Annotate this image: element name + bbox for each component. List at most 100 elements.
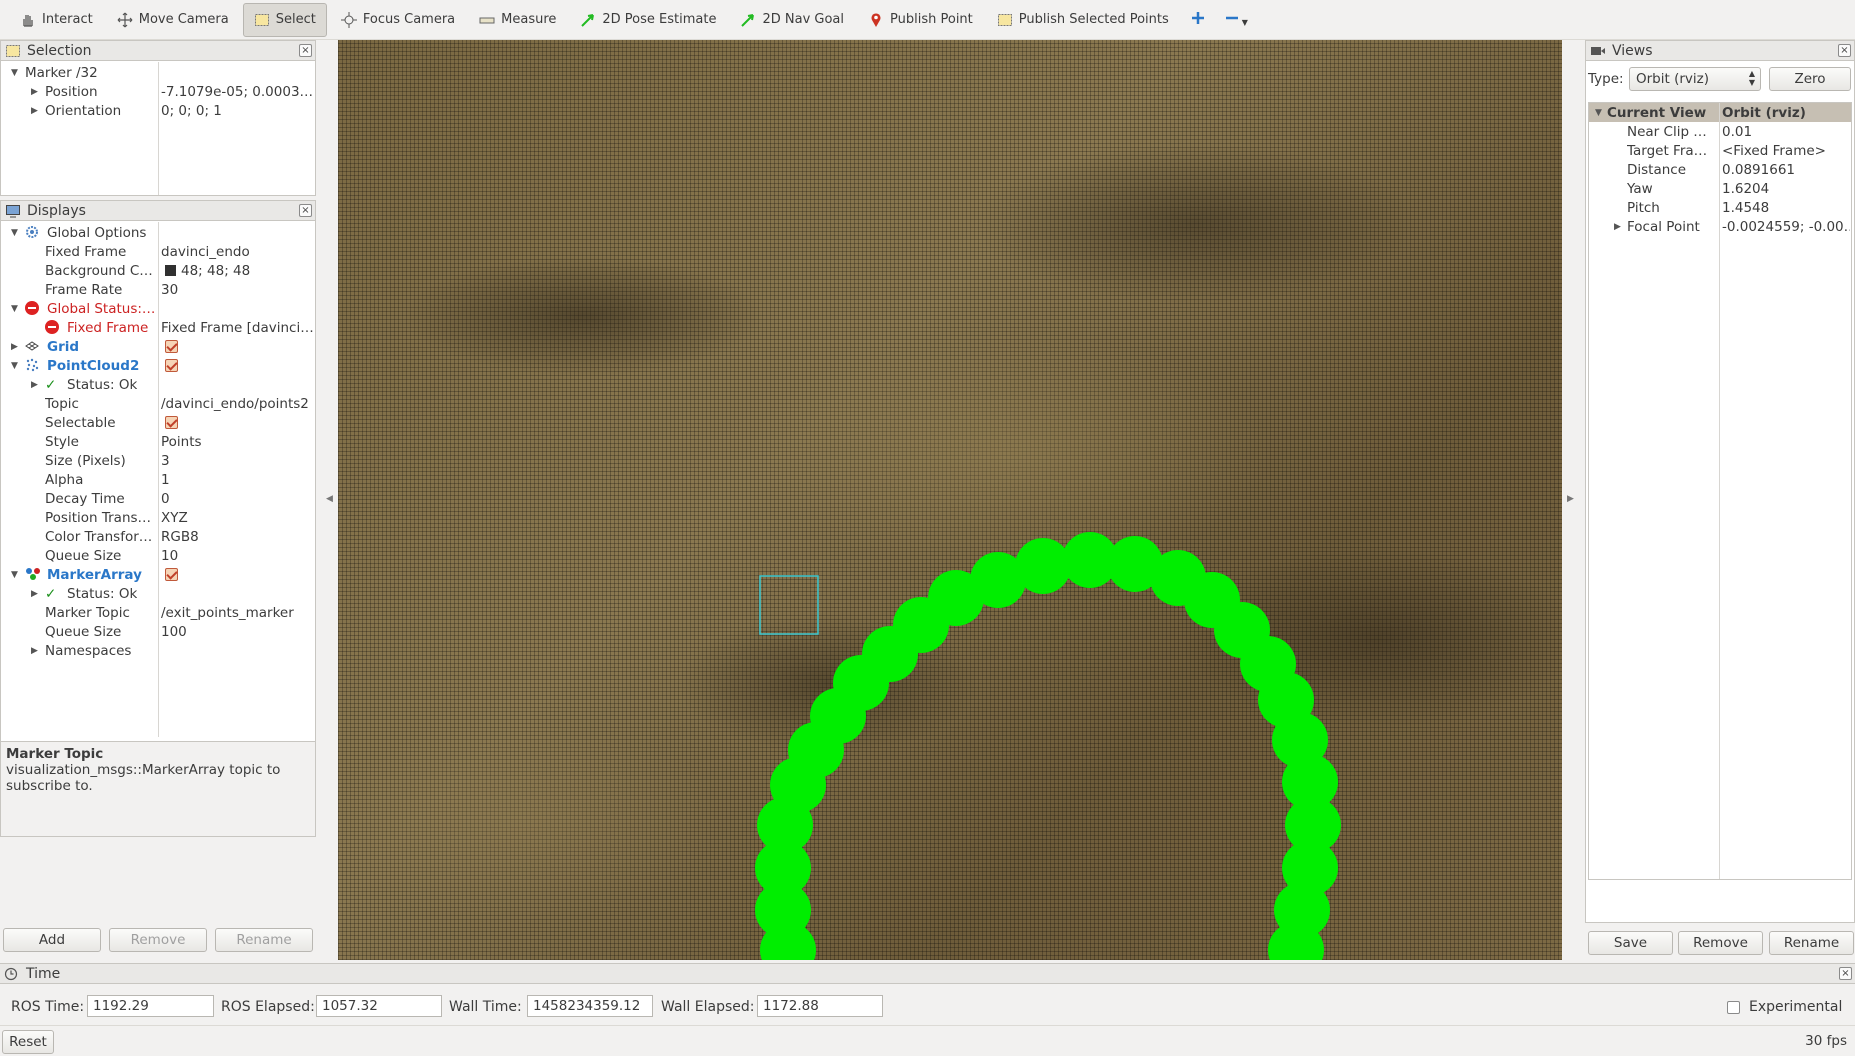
tree-row-status-fixed-frame[interactable]: Fixed Frame Fixed Frame [davinci… [1, 318, 315, 337]
2d-nav-goal-button[interactable]: 2D Nav Goal [730, 3, 854, 37]
focus-camera-tool-button[interactable]: Focus Camera [331, 3, 465, 37]
expand-arrow-icon[interactable]: ▼ [11, 68, 18, 78]
remove-tool-menu-button[interactable]: ▼ [1217, 3, 1256, 37]
check-icon: ✓ [45, 376, 57, 393]
tree-row-orientation[interactable]: ▶ Orientation 0; 0; 0; 1 [1, 101, 315, 120]
tree-row-pointcloud2[interactable]: ▼ PointCloud2 [1, 356, 315, 375]
tree-row-distance[interactable]: Distance 0.0891661 [1589, 160, 1851, 179]
help-title: Marker Topic [6, 746, 104, 762]
tree-row-pitch[interactable]: Pitch 1.4548 [1589, 198, 1851, 217]
tree-row-markerarray[interactable]: ▼ MarkerArray [1, 565, 315, 584]
expand-arrow-icon[interactable]: ▼ [11, 304, 18, 314]
expand-arrow-icon[interactable]: ▼ [11, 228, 18, 238]
save-view-button[interactable]: Save [1588, 931, 1673, 955]
collapsed-arrow-icon[interactable]: ▶ [1614, 222, 1621, 232]
tree-row-frame-rate[interactable]: Frame Rate 30 [1, 280, 315, 299]
add-display-button[interactable]: Add [3, 928, 101, 952]
tree-row-target-frame[interactable]: Target Fra… <Fixed Frame> [1589, 141, 1851, 160]
tree-row-marker-topic[interactable]: Marker Topic /exit_points_marker [1, 603, 315, 622]
tree-row-marker[interactable]: ▼ Marker /32 [1, 63, 315, 82]
marker-sphere[interactable] [1015, 538, 1071, 594]
tree-row-decay-time[interactable]: Decay Time 0 [1, 489, 315, 508]
tree-row-color-transformer[interactable]: Color Transfor… RGB8 [1, 527, 315, 546]
collapsed-arrow-icon[interactable]: ▶ [11, 342, 18, 352]
tree-row-namespaces[interactable]: ▶ Namespaces [1, 641, 315, 660]
tree-row-near-clip[interactable]: Near Clip … 0.01 [1589, 122, 1851, 141]
collapsed-arrow-icon[interactable]: ▶ [31, 589, 38, 599]
time-title: Time [26, 965, 61, 982]
tree-row-current-view[interactable]: ▼ Current View Orbit (rviz) [1589, 103, 1851, 122]
marker-overlay [755, 532, 1341, 960]
rename-display-button[interactable]: Rename [215, 928, 313, 952]
measure-tool-button[interactable]: Measure [469, 3, 566, 37]
interact-label: Interact [42, 12, 93, 27]
select-label: Select [275, 12, 316, 27]
view-type-select[interactable]: Orbit (rviz) ▲ ▼ [1629, 67, 1761, 91]
2d-pose-estimate-button[interactable]: 2D Pose Estimate [570, 3, 726, 37]
add-tool-button[interactable] [1183, 3, 1213, 37]
experimental-checkbox[interactable] [1727, 1001, 1740, 1014]
tree-row-global-options[interactable]: ▼ Global Options [1, 223, 315, 242]
tree-row-background-color[interactable]: Background C… 48; 48; 48 [1, 261, 315, 280]
ros-time-field[interactable]: 1192.29 [87, 995, 214, 1017]
tree-row-topic[interactable]: Topic /davinci_endo/points2 [1, 394, 315, 413]
close-icon[interactable]: × [299, 44, 312, 57]
collapsed-arrow-icon[interactable]: ▶ [31, 106, 38, 116]
close-icon[interactable]: × [1839, 967, 1852, 980]
remove-display-button[interactable]: Remove [109, 928, 207, 952]
wall-time-field[interactable]: 1458234359.12 [527, 995, 653, 1017]
collapsed-arrow-icon[interactable]: ▶ [31, 646, 38, 656]
experimental-label: Experimental [1749, 999, 1843, 1015]
tree-row-position-transformer[interactable]: Position Trans… XYZ [1, 508, 315, 527]
close-icon[interactable]: × [1838, 44, 1851, 57]
tree-row-yaw[interactable]: Yaw 1.6204 [1589, 179, 1851, 198]
fps-readout: 30 fps [1805, 1033, 1847, 1049]
wall-elapsed-label: Wall Elapsed: [661, 999, 755, 1015]
tree-row-ma-queue-size[interactable]: Queue Size 100 [1, 622, 315, 641]
tree-row-pc-status[interactable]: ▶ ✓ Status: Ok [1, 375, 315, 394]
tree-row-position[interactable]: ▶ Position -7.1079e-05; 0.0003… [1, 82, 315, 101]
main-toolbar: Interact Move Camera Select Focus Camera… [0, 0, 1855, 40]
expand-arrow-icon[interactable]: ▼ [11, 570, 18, 580]
expand-arrow-icon[interactable]: ▼ [1595, 108, 1602, 118]
tree-row-alpha[interactable]: Alpha 1 [1, 470, 315, 489]
rename-view-button[interactable]: Rename [1769, 931, 1854, 955]
left-splitter-handle[interactable]: ◀ [326, 494, 333, 504]
tree-row-grid[interactable]: ▶ Grid [1, 337, 315, 356]
ros-elapsed-field[interactable]: 1057.32 [316, 995, 442, 1017]
tree-row-style[interactable]: Style Points [1, 432, 315, 451]
interact-tool-button[interactable]: Interact [10, 3, 103, 37]
time-panel: Time × ROS Time: 1192.29 ROS Elapsed: 10… [0, 963, 1855, 1023]
plus-icon [1191, 11, 1205, 29]
publish-point-button[interactable]: Publish Point [858, 3, 983, 37]
zero-view-button[interactable]: Zero [1769, 67, 1851, 91]
remove-view-button[interactable]: Remove [1678, 931, 1763, 955]
view-type-row: Type: Orbit (rviz) ▲ ▼ Zero [1586, 61, 1854, 97]
move-camera-label: Move Camera [138, 12, 229, 27]
wall-elapsed-field[interactable]: 1172.88 [757, 995, 883, 1017]
grid-enabled-checkbox[interactable] [165, 340, 178, 353]
move-camera-tool-button[interactable]: Move Camera [107, 3, 239, 37]
tree-row-queue-size[interactable]: Queue Size 10 [1, 546, 315, 565]
3d-render-viewport[interactable] [338, 40, 1562, 960]
publish-selected-points-button[interactable]: Publish Selected Points [987, 3, 1179, 37]
close-icon[interactable]: × [299, 204, 312, 217]
pointcloud2-enabled-checkbox[interactable] [165, 359, 178, 372]
reset-button[interactable]: Reset [2, 1030, 54, 1054]
selectable-checkbox[interactable] [165, 416, 178, 429]
monitor-icon [5, 204, 21, 218]
color-swatch[interactable] [165, 265, 176, 276]
expand-arrow-icon[interactable]: ▼ [11, 361, 18, 371]
collapsed-arrow-icon[interactable]: ▶ [31, 380, 38, 390]
tree-row-selectable[interactable]: Selectable [1, 413, 315, 432]
right-splitter-handle[interactable]: ▶ [1567, 494, 1574, 504]
tree-row-fixed-frame[interactable]: Fixed Frame davinci_endo [1, 242, 315, 261]
markerarray-enabled-checkbox[interactable] [165, 568, 178, 581]
select-tool-button[interactable]: Select [242, 2, 327, 37]
views-panel: Views × Type: Orbit (rviz) ▲ ▼ Zero ▼ Cur… [1585, 40, 1855, 955]
tree-row-size-pixels[interactable]: Size (Pixels) 3 [1, 451, 315, 470]
tree-row-global-status[interactable]: ▼ Global Status:… [1, 299, 315, 318]
collapsed-arrow-icon[interactable]: ▶ [31, 87, 38, 97]
tree-row-focal-point[interactable]: ▶ Focal Point -0.0024559; -0.00… [1589, 217, 1851, 236]
tree-row-ma-status[interactable]: ▶ ✓ Status: Ok [1, 584, 315, 603]
